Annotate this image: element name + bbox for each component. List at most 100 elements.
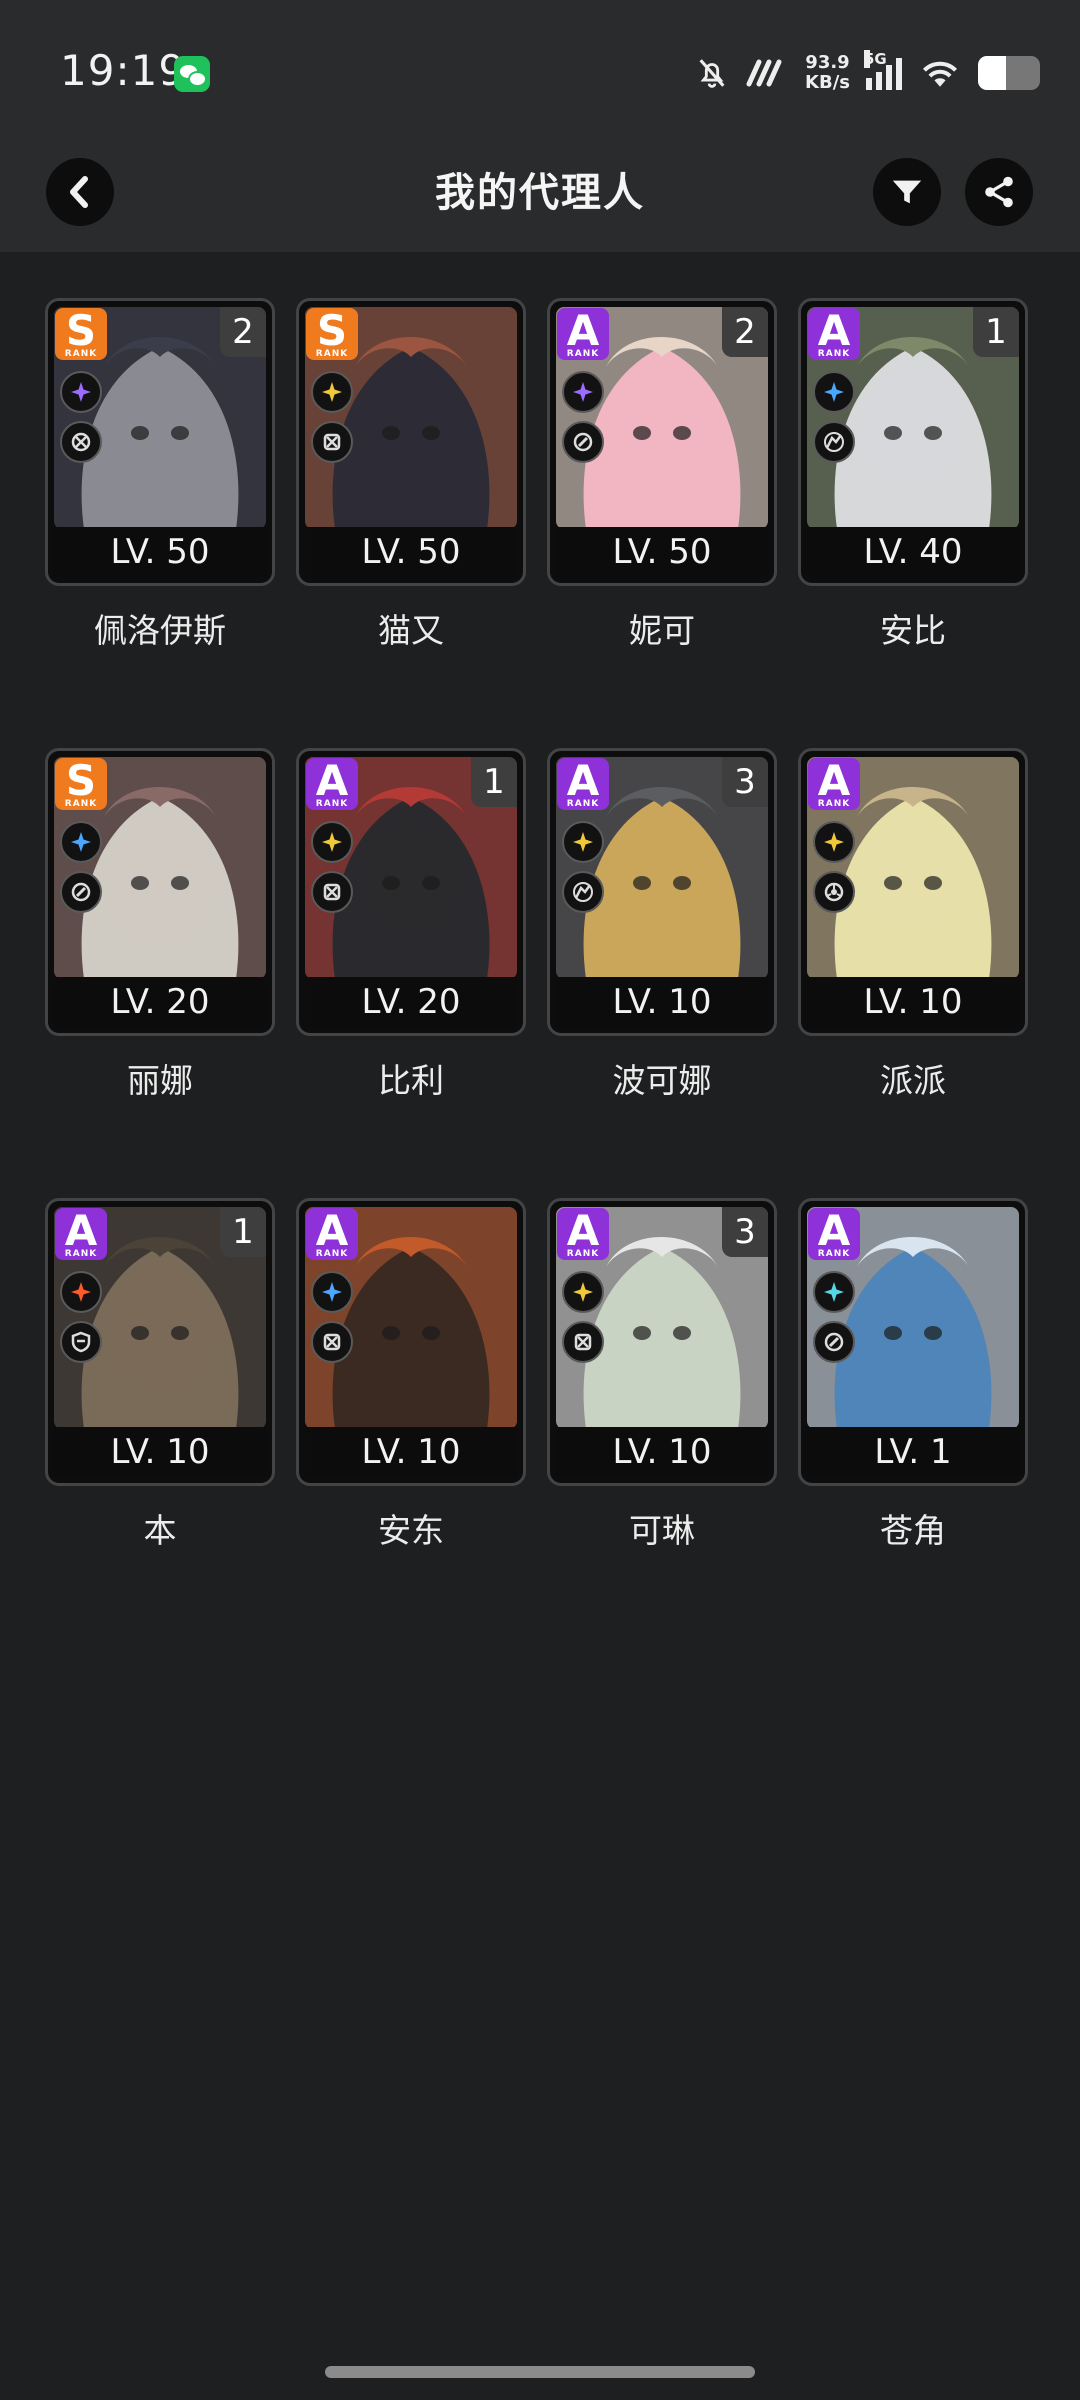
specialty-glyph-icon bbox=[323, 1333, 341, 1351]
attribute-icon bbox=[311, 371, 353, 413]
agent-name: 比利 bbox=[378, 1061, 444, 1100]
attribute-icon bbox=[813, 1271, 855, 1313]
rank-letter: S bbox=[65, 758, 97, 805]
agent-name: 安东 bbox=[378, 1511, 444, 1550]
agent-frame[interactable]: A RANK LV. 10 bbox=[296, 1198, 526, 1486]
agent-card[interactable]: A RANK LV. 10 派派 bbox=[798, 748, 1028, 1102]
network-speed-value: 93.9 bbox=[805, 52, 850, 73]
agent-name: 佩洛伊斯 bbox=[94, 611, 226, 650]
agent-name: 苍角 bbox=[880, 1511, 946, 1550]
attribute-glyph-icon bbox=[322, 1282, 342, 1302]
rank-label: RANK bbox=[64, 1249, 98, 1259]
agent-name: 丽娜 bbox=[127, 1061, 193, 1100]
mindscape-count: 2 bbox=[722, 307, 768, 357]
home-indicator[interactable] bbox=[325, 2366, 755, 2378]
agent-card[interactable]: A RANK LV. 10 安东 bbox=[296, 1198, 526, 1552]
agent-level: LV. 20 bbox=[54, 977, 266, 1027]
attribute-icon bbox=[60, 1271, 102, 1313]
agent-card[interactable]: S RANK LV. 20 丽娜 bbox=[45, 748, 275, 1102]
rank-letter: A bbox=[315, 1208, 349, 1255]
agent-card[interactable]: A RANK 1 LV. 10 本 bbox=[45, 1198, 275, 1552]
rank-badge: A RANK bbox=[557, 758, 609, 810]
network-type-label: 5G bbox=[864, 50, 887, 68]
agent-card[interactable]: A RANK LV. 1 苍角 bbox=[798, 1198, 1028, 1552]
rank-letter: A bbox=[315, 758, 349, 805]
attribute-glyph-icon bbox=[71, 382, 91, 402]
wifi-icon bbox=[922, 61, 958, 87]
agent-frame[interactable]: A RANK 3 LV. 10 bbox=[547, 748, 777, 1036]
attribute-icon bbox=[813, 821, 855, 863]
rank-letter: A bbox=[817, 758, 851, 805]
rank-badge: A RANK bbox=[808, 308, 860, 360]
support-icon bbox=[562, 421, 604, 463]
specialty-glyph-icon bbox=[323, 883, 341, 901]
rank-badge: A RANK bbox=[557, 308, 609, 360]
attribute-icon bbox=[60, 821, 102, 863]
strike-icon bbox=[60, 421, 102, 463]
agent-frame[interactable]: A RANK 1 LV. 40 bbox=[798, 298, 1028, 586]
network-speed-unit: KB/s bbox=[805, 72, 850, 93]
attribute-glyph-icon bbox=[824, 1282, 844, 1302]
app-header: 我的代理人 bbox=[0, 130, 1080, 252]
support-icon bbox=[813, 1321, 855, 1363]
attribute-glyph-icon bbox=[322, 382, 342, 402]
agent-level: LV. 50 bbox=[305, 527, 517, 577]
agent-name: 妮可 bbox=[629, 611, 695, 650]
agent-card[interactable]: A RANK 3 LV. 10 可琳 bbox=[547, 1198, 777, 1552]
agent-frame[interactable]: S RANK LV. 20 bbox=[45, 748, 275, 1036]
mindscape-count: 1 bbox=[220, 1207, 266, 1257]
rank-letter: A bbox=[817, 308, 851, 355]
agent-level: LV. 40 bbox=[807, 527, 1019, 577]
agent-card[interactable]: A RANK 3 LV. 10 波可娜 bbox=[547, 748, 777, 1102]
agent-card[interactable]: A RANK 2 LV. 50 妮可 bbox=[547, 298, 777, 652]
agent-level: LV. 20 bbox=[305, 977, 517, 1027]
mindscape-count: 1 bbox=[973, 307, 1019, 357]
battery-icon bbox=[978, 56, 1040, 90]
attack-icon bbox=[311, 871, 353, 913]
share-button[interactable] bbox=[965, 158, 1033, 226]
agent-frame[interactable]: A RANK 3 LV. 10 bbox=[547, 1198, 777, 1486]
specialty-glyph-icon bbox=[71, 432, 91, 452]
agent-name: 派派 bbox=[880, 1061, 946, 1100]
agent-frame[interactable]: A RANK 1 LV. 20 bbox=[296, 748, 526, 1036]
agent-name: 猫又 bbox=[378, 611, 444, 650]
agent-name: 可琳 bbox=[629, 1511, 695, 1550]
status-bar: 19:19 93.9 KB/s 5G bbox=[0, 0, 1080, 130]
agent-card[interactable]: S RANK LV. 50 猫又 bbox=[296, 298, 526, 652]
rank-label: RANK bbox=[817, 799, 851, 809]
agent-frame[interactable]: S RANK 2 LV. 50 bbox=[45, 298, 275, 586]
rank-letter: A bbox=[566, 1208, 600, 1255]
agent-level: LV. 10 bbox=[54, 1427, 266, 1477]
attribute-icon bbox=[562, 821, 604, 863]
rank-badge: S RANK bbox=[55, 758, 107, 810]
attribute-icon bbox=[311, 821, 353, 863]
agent-level: LV. 10 bbox=[556, 1427, 768, 1477]
rank-label: RANK bbox=[817, 349, 851, 359]
attribute-icon bbox=[60, 371, 102, 413]
rank-letter: A bbox=[817, 1208, 851, 1255]
attribute-icon bbox=[562, 1271, 604, 1313]
rank-label: RANK bbox=[315, 799, 349, 809]
rank-badge: A RANK bbox=[306, 1208, 358, 1260]
attribute-glyph-icon bbox=[824, 382, 844, 402]
agent-level: LV. 10 bbox=[556, 977, 768, 1027]
rank-label: RANK bbox=[566, 349, 600, 359]
agent-name: 安比 bbox=[880, 611, 946, 650]
agent-frame[interactable]: A RANK 2 LV. 50 bbox=[547, 298, 777, 586]
filter-icon bbox=[892, 180, 922, 204]
rank-label: RANK bbox=[566, 1249, 600, 1259]
filter-button[interactable] bbox=[873, 158, 941, 226]
agent-frame[interactable]: A RANK LV. 1 bbox=[798, 1198, 1028, 1486]
rank-letter: S bbox=[316, 308, 348, 355]
rank-badge: A RANK bbox=[55, 1208, 107, 1260]
agent-card[interactable]: A RANK 1 LV. 40 安比 bbox=[798, 298, 1028, 652]
attribute-glyph-icon bbox=[824, 832, 844, 852]
agent-frame[interactable]: A RANK LV. 10 bbox=[798, 748, 1028, 1036]
rank-letter: A bbox=[566, 308, 600, 355]
agent-level: LV. 50 bbox=[556, 527, 768, 577]
agent-card[interactable]: S RANK 2 LV. 50 佩洛伊斯 bbox=[45, 298, 275, 652]
agent-level: LV. 10 bbox=[807, 977, 1019, 1027]
agent-card[interactable]: A RANK 1 LV. 20 比利 bbox=[296, 748, 526, 1102]
agent-frame[interactable]: A RANK 1 LV. 10 bbox=[45, 1198, 275, 1486]
agent-frame[interactable]: S RANK LV. 50 bbox=[296, 298, 526, 586]
